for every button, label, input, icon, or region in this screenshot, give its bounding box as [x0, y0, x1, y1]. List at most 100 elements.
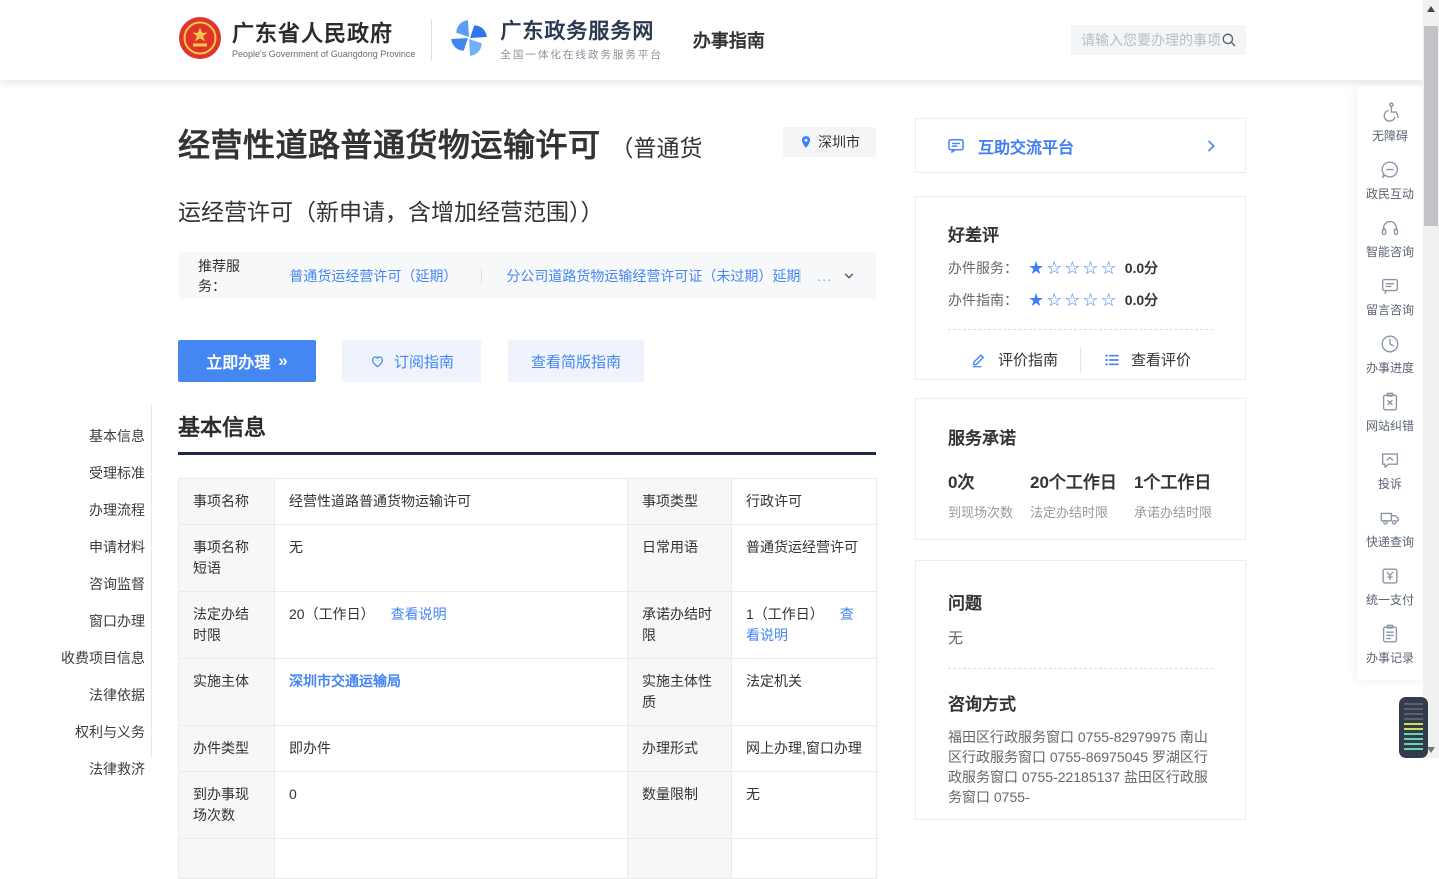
- subscribe-guide-label: 订阅指南: [394, 351, 454, 372]
- evaluate-guide-link[interactable]: 评价指南: [948, 349, 1080, 370]
- rating-card: 好差评 办件服务： ★☆☆☆☆ 0.0分 办件指南： ★☆☆☆☆ 0.0分 评价…: [915, 196, 1246, 380]
- table-row: [179, 839, 877, 879]
- search-box[interactable]: [1071, 25, 1246, 55]
- toolbar-item-gov-citizen-interaction[interactable]: 政民互动: [1357, 151, 1423, 209]
- row-label: [628, 839, 732, 879]
- service-rating-label: 办件服务：: [948, 258, 1028, 278]
- toolbar-item-delivery-tracking[interactable]: 快递查询: [1357, 499, 1423, 557]
- accessibility-icon: [1379, 101, 1401, 123]
- gov-logo[interactable]: 广东省人民政府 People's Government of Guangdong…: [178, 16, 415, 65]
- main-content: 经营性道路普通货物运输许可 （普通货 运经营许可（新申请，含增加经营范围）） 深…: [178, 80, 876, 758]
- portal-title: 广东政务服务网: [500, 19, 663, 44]
- toolbar-item-unified-payment[interactable]: 统一支付: [1357, 557, 1423, 615]
- consult-methods-text: 福田区行政服务窗口 0755-82979975 南山区行政服务窗口 0755-8…: [948, 727, 1213, 807]
- stat-value: 1个工作日: [1134, 468, 1212, 493]
- recommended-more-link[interactable]: ...: [817, 268, 832, 284]
- error-report-icon: [1379, 391, 1401, 413]
- view-explanation-link[interactable]: 查看说明: [391, 606, 447, 622]
- row-label: 办件类型: [179, 726, 275, 772]
- scrollbar-up-button[interactable]: [1423, 0, 1439, 17]
- nav-item-window-service[interactable]: 窗口办理: [30, 603, 145, 640]
- vertical-divider: [151, 405, 152, 758]
- view-ratings-link[interactable]: 查看评价: [1081, 349, 1213, 370]
- toolbar-label: 留言咨询: [1366, 301, 1414, 318]
- toolbar-label: 投诉: [1378, 475, 1402, 492]
- widget-stripes-gray: [1404, 703, 1423, 723]
- toolbar-item-accessibility[interactable]: 无障碍: [1357, 93, 1423, 151]
- nav-item-acceptance-criteria[interactable]: 受理标准: [30, 455, 145, 492]
- row-value: 无: [275, 525, 628, 592]
- row-label: 实施主体: [179, 659, 275, 726]
- service-rating-score: 0.0分: [1125, 258, 1158, 278]
- row-label: 事项类型: [628, 479, 732, 525]
- row-label: 事项名称: [179, 479, 275, 525]
- mutual-help-platform-card[interactable]: 互助交流平台: [915, 118, 1246, 173]
- row-label: 实施主体性质: [628, 659, 732, 726]
- section-nav: 基本信息 受理标准 办理流程 申请材料 咨询监督 窗口办理 收费项目信息 法律依…: [30, 418, 145, 788]
- pinwheel-icon: [448, 17, 490, 64]
- portal-subtitle: 全国一体化在线政务服务平台: [500, 47, 663, 62]
- recommended-services-bar: 推荐服务： 普通货运经营许可（延期） 分公司道路货物运输经营许可证（未过期）延期…: [178, 252, 876, 299]
- nav-item-basic-info[interactable]: 基本信息: [30, 418, 145, 455]
- apply-now-button[interactable]: 立即办理 »: [178, 340, 316, 382]
- row-label: 法定办结时限: [179, 592, 275, 659]
- row-label: 办理形式: [628, 726, 732, 772]
- delivery-truck-icon: [1379, 507, 1401, 529]
- table-row: 事项名称短语 无 日常用语 普通货运经营许可: [179, 525, 877, 592]
- payment-icon: [1379, 565, 1401, 587]
- stat-promised-limit: 1个工作日 承诺办结时限: [1134, 468, 1212, 521]
- nav-item-legal-basis[interactable]: 法律依据: [30, 677, 145, 714]
- recommended-link-renewal[interactable]: 普通货运经营许可（延期）: [289, 266, 457, 286]
- issue-content: 无: [948, 627, 1213, 648]
- service-rating-row: 办件服务： ★☆☆☆☆ 0.0分: [948, 258, 1213, 278]
- chevron-down-icon[interactable]: [842, 269, 856, 283]
- stat-label: 承诺办结时限: [1134, 502, 1212, 521]
- table-row: 办件类型 即办件 办理形式 网上办理,窗口办理: [179, 726, 877, 772]
- nav-item-consult-supervision[interactable]: 咨询监督: [30, 566, 145, 603]
- toolbar-item-service-records[interactable]: 办事记录: [1357, 615, 1423, 673]
- toolbar-item-error-report[interactable]: 网站纠错: [1357, 383, 1423, 441]
- floating-tool-widget[interactable]: [1399, 697, 1428, 758]
- row-value: 0: [275, 772, 628, 839]
- row-label: [179, 839, 275, 879]
- table-row: 到办事现场次数 0 数量限制 无: [179, 772, 877, 839]
- city-selector[interactable]: 深圳市: [783, 127, 876, 157]
- portal-logo[interactable]: 广东政务服务网 全国一体化在线政务服务平台: [448, 17, 663, 64]
- nav-item-materials[interactable]: 申请材料: [30, 529, 145, 566]
- toolbar-item-progress[interactable]: 办事进度: [1357, 325, 1423, 383]
- toolbar-label: 统一支付: [1366, 591, 1414, 608]
- chat-square-icon: [946, 136, 966, 156]
- scrollbar-thumb[interactable]: [1424, 26, 1438, 226]
- implementing-agency-link[interactable]: 深圳市交通运输局: [289, 673, 401, 689]
- stat-onsite-visits: 0次 到现场次数: [948, 468, 1013, 521]
- simple-guide-label: 查看简版指南: [531, 351, 621, 372]
- basic-info-table: 事项名称 经营性道路普通货物运输许可 事项类型 行政许可 事项名称短语 无 日常…: [178, 478, 877, 879]
- service-promise-title: 服务承诺: [948, 424, 1213, 449]
- page-type-label: 办事指南: [693, 27, 765, 53]
- toolbar-item-smart-consult[interactable]: 智能咨询: [1357, 209, 1423, 267]
- service-promise-card: 服务承诺 0次 到现场次数 20个工作日 法定办结时限 1个工作日 承诺办结时限: [915, 398, 1246, 540]
- row-value: 行政许可: [732, 479, 877, 525]
- browser-scrollbar: [1423, 0, 1439, 758]
- row-label: 事项名称短语: [179, 525, 275, 592]
- list-icon: [1103, 351, 1121, 369]
- table-row: 事项名称 经营性道路普通货物运输许可 事项类型 行政许可: [179, 479, 877, 525]
- page-title: 经营性道路普通货物运输许可 （普通货 运经营许可（新申请，含增加经营范围））: [178, 120, 798, 227]
- nav-item-rights-obligations[interactable]: 权利与义务: [30, 714, 145, 751]
- recommended-link-branch[interactable]: 分公司道路货物运输经营许可证（未过期）延期: [506, 266, 800, 286]
- search-input[interactable]: [1081, 32, 1220, 48]
- guide-rating-label: 办件指南：: [948, 290, 1028, 310]
- issue-card: 问题 无 咨询方式 福田区行政服务窗口 0755-82979975 南山区行政服…: [915, 560, 1246, 820]
- subscribe-guide-button[interactable]: 订阅指南: [342, 340, 481, 382]
- toolbar-item-complaint[interactable]: 投诉: [1357, 441, 1423, 499]
- simple-guide-button[interactable]: 查看简版指南: [508, 340, 644, 382]
- top-header: 广东省人民政府 People's Government of Guangdong…: [0, 0, 1439, 80]
- toolbar-label: 智能咨询: [1366, 243, 1414, 260]
- city-name: 深圳市: [818, 132, 860, 152]
- search-icon[interactable]: [1220, 31, 1238, 49]
- heart-icon: [369, 353, 386, 370]
- nav-item-fees[interactable]: 收费项目信息: [30, 640, 145, 677]
- toolbar-item-message-consult[interactable]: 留言咨询: [1357, 267, 1423, 325]
- nav-item-legal-remedy[interactable]: 法律救济: [30, 751, 145, 788]
- nav-item-process[interactable]: 办理流程: [30, 492, 145, 529]
